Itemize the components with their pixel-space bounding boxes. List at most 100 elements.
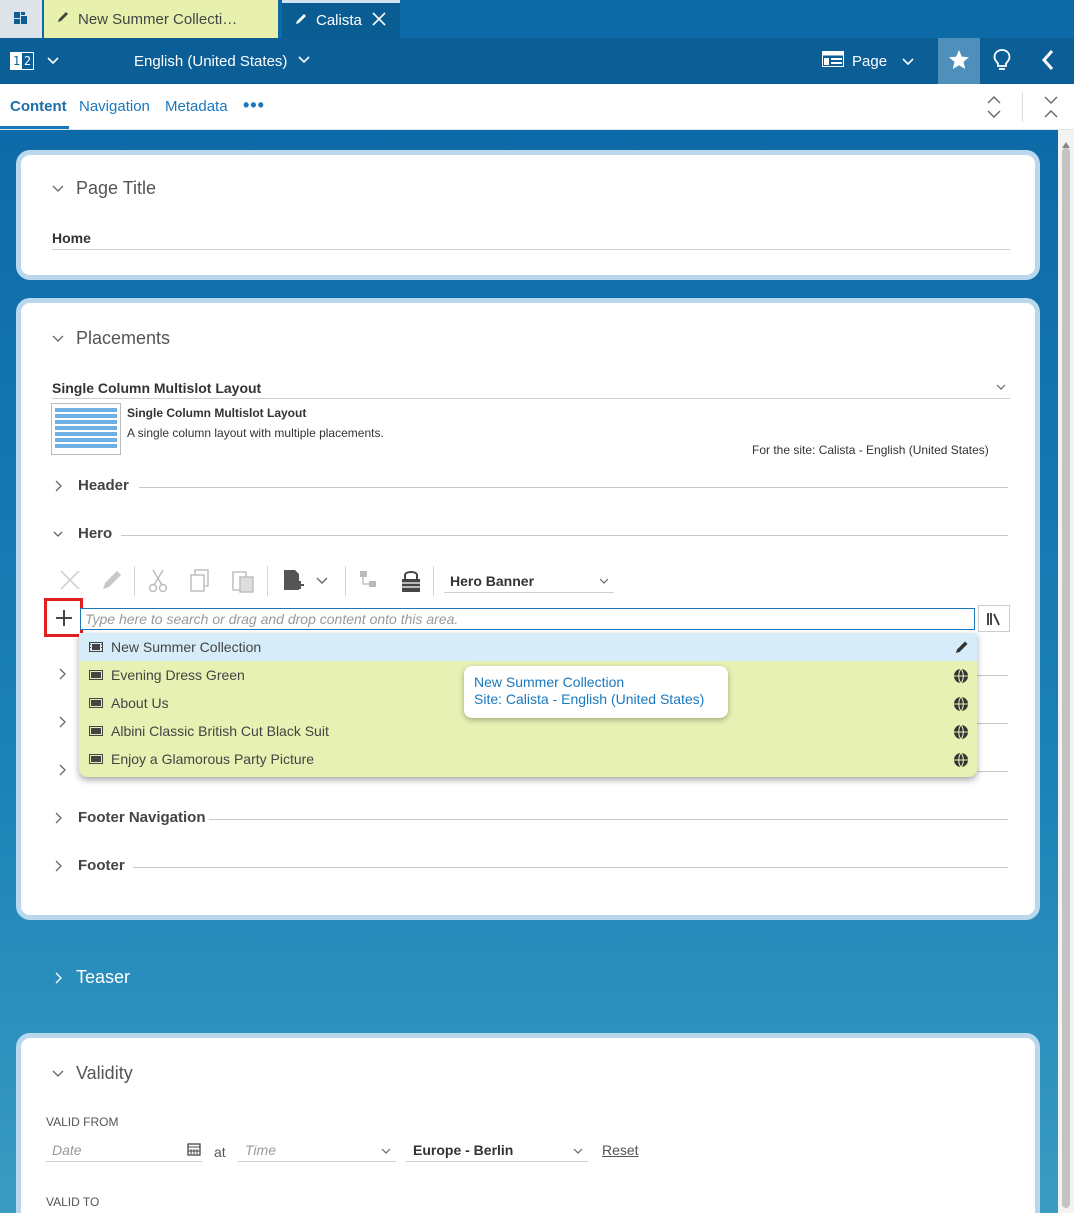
close-icon[interactable] bbox=[372, 11, 386, 30]
toolbar-divider bbox=[134, 566, 135, 596]
suggestion-item[interactable]: Albini Classic British Cut Black Suit bbox=[79, 717, 977, 745]
view-type-select[interactable]: Hero Banner bbox=[450, 573, 534, 589]
page-layout-icon bbox=[822, 51, 844, 71]
slot-divider bbox=[139, 487, 1008, 488]
chevron-down-icon[interactable] bbox=[315, 574, 329, 591]
field-underline bbox=[52, 249, 1010, 250]
favorites-button[interactable] bbox=[938, 38, 980, 84]
locale-selector[interactable]: English (United States) bbox=[134, 38, 311, 84]
field-underline bbox=[52, 398, 1010, 399]
pencil-icon[interactable] bbox=[955, 640, 969, 657]
lightbulb-icon bbox=[992, 48, 1012, 75]
pencil-icon bbox=[56, 10, 70, 28]
globe-icon[interactable] bbox=[953, 668, 969, 687]
teaser-section-toggle[interactable]: Teaser bbox=[52, 967, 130, 988]
add-content-button[interactable] bbox=[44, 598, 83, 637]
scrollbar[interactable] bbox=[1058, 130, 1074, 1213]
suggestion-label: Albini Classic British Cut Black Suit bbox=[111, 723, 329, 739]
chevron-right-icon bbox=[55, 860, 62, 871]
tab-navigation[interactable]: Navigation bbox=[79, 98, 150, 115]
library-button[interactable] bbox=[978, 605, 1010, 632]
scrollbar-thumb[interactable] bbox=[1062, 148, 1070, 1208]
plus-icon bbox=[55, 609, 72, 626]
date-input[interactable]: Date bbox=[52, 1142, 82, 1158]
view-selector[interactable]: Page bbox=[822, 38, 915, 84]
document-toolbar: 1 2 English (United States) Page bbox=[0, 38, 1074, 84]
field-underline bbox=[406, 1161, 588, 1162]
more-tabs-icon[interactable]: ••• bbox=[243, 96, 265, 114]
copy-icon[interactable] bbox=[188, 568, 212, 597]
chevron-down-icon[interactable] bbox=[598, 574, 610, 590]
valid-from-label: VALID FROM bbox=[46, 1115, 119, 1129]
suggestion-item[interactable]: Enjoy a Glamorous Party Picture bbox=[79, 745, 977, 773]
library-icon bbox=[987, 612, 1000, 625]
chevron-down-icon[interactable] bbox=[380, 1144, 392, 1160]
calendar-icon[interactable] bbox=[187, 1142, 201, 1159]
create-content-icon[interactable] bbox=[280, 568, 306, 597]
slot-hero[interactable]: Hero bbox=[52, 525, 112, 542]
suggestion-item[interactable]: New Summer Collection bbox=[79, 633, 977, 661]
pencil-icon bbox=[294, 12, 308, 30]
chevron-down-icon[interactable] bbox=[572, 1144, 584, 1160]
timezone-select[interactable]: Europe - Berlin bbox=[413, 1142, 513, 1158]
compare-button[interactable]: 1 2 bbox=[10, 38, 34, 84]
chevron-right-icon[interactable] bbox=[56, 715, 68, 732]
chevron-right-icon[interactable] bbox=[56, 763, 68, 780]
placements-section-toggle[interactable]: Placements bbox=[52, 328, 170, 349]
globe-icon[interactable] bbox=[953, 696, 969, 715]
compare-dropdown[interactable] bbox=[46, 38, 60, 84]
slot-footer-navigation[interactable]: Footer Navigation bbox=[52, 809, 206, 826]
chevron-right-icon bbox=[55, 480, 62, 491]
picture-icon bbox=[89, 723, 103, 739]
lock-icon[interactable] bbox=[400, 568, 422, 597]
slot-label: Footer bbox=[78, 857, 125, 874]
dashboard-tab[interactable] bbox=[0, 0, 42, 38]
validity-section-toggle[interactable]: Validity bbox=[52, 1063, 133, 1084]
slot-footer[interactable]: Footer bbox=[52, 857, 125, 874]
slot-label: Header bbox=[78, 477, 129, 494]
chevron-right-icon bbox=[55, 812, 62, 823]
slot-divider bbox=[209, 819, 1008, 820]
at-label: at bbox=[214, 1144, 226, 1160]
cut-icon[interactable] bbox=[146, 568, 170, 597]
layout-select[interactable]: Single Column Multislot Layout bbox=[52, 380, 261, 396]
compare-icon: 1 2 bbox=[10, 52, 34, 70]
chevron-down-icon bbox=[902, 58, 914, 66]
globe-icon[interactable] bbox=[953, 752, 969, 771]
tips-button[interactable] bbox=[992, 38, 1012, 84]
chevron-down-icon bbox=[52, 185, 64, 192]
globe-icon[interactable] bbox=[953, 724, 969, 743]
validity-card bbox=[16, 1033, 1040, 1213]
time-input[interactable]: Time bbox=[245, 1142, 276, 1158]
chevron-down-icon[interactable] bbox=[995, 380, 1007, 396]
toolbar-divider bbox=[433, 566, 434, 596]
reset-link[interactable]: Reset bbox=[602, 1142, 639, 1158]
star-icon bbox=[948, 49, 970, 74]
expand-collapse-icon[interactable] bbox=[986, 94, 1002, 123]
hierarchy-icon[interactable] bbox=[358, 568, 380, 595]
tab-label: New Summer Collecti… bbox=[78, 10, 238, 28]
tab-content[interactable]: Content bbox=[10, 98, 67, 115]
page-title-section-toggle[interactable]: Page Title bbox=[52, 178, 156, 199]
chevron-down-icon bbox=[52, 335, 64, 342]
remove-icon[interactable] bbox=[58, 568, 82, 595]
chevron-left-icon bbox=[1040, 49, 1056, 74]
collapse-all-icon[interactable] bbox=[1043, 94, 1059, 123]
collapse-sidebar-button[interactable] bbox=[1040, 38, 1056, 84]
suggestion-tooltip: New Summer Collection Site: Calista - En… bbox=[464, 666, 728, 718]
layout-site: For the site: Calista - English (United … bbox=[752, 443, 989, 457]
tab-calista[interactable]: Calista bbox=[282, 0, 400, 38]
page-title-value[interactable]: Home bbox=[52, 230, 91, 246]
pencil-icon[interactable] bbox=[100, 568, 124, 595]
tab-metadata[interactable]: Metadata bbox=[165, 98, 228, 115]
tooltip-site: Site: Calista - English (United States) bbox=[474, 691, 705, 707]
chevron-right-icon[interactable] bbox=[56, 667, 68, 684]
paste-icon[interactable] bbox=[230, 568, 256, 597]
field-underline bbox=[46, 1161, 202, 1162]
content-search-input[interactable]: Type here to search or drag and drop con… bbox=[80, 608, 975, 630]
slot-header[interactable]: Header bbox=[52, 477, 129, 494]
field-underline bbox=[238, 1161, 396, 1162]
slot-label: Footer Navigation bbox=[78, 809, 206, 826]
tab-label: Calista bbox=[316, 12, 362, 29]
tab-new-summer-collection[interactable]: New Summer Collecti… bbox=[44, 0, 278, 38]
